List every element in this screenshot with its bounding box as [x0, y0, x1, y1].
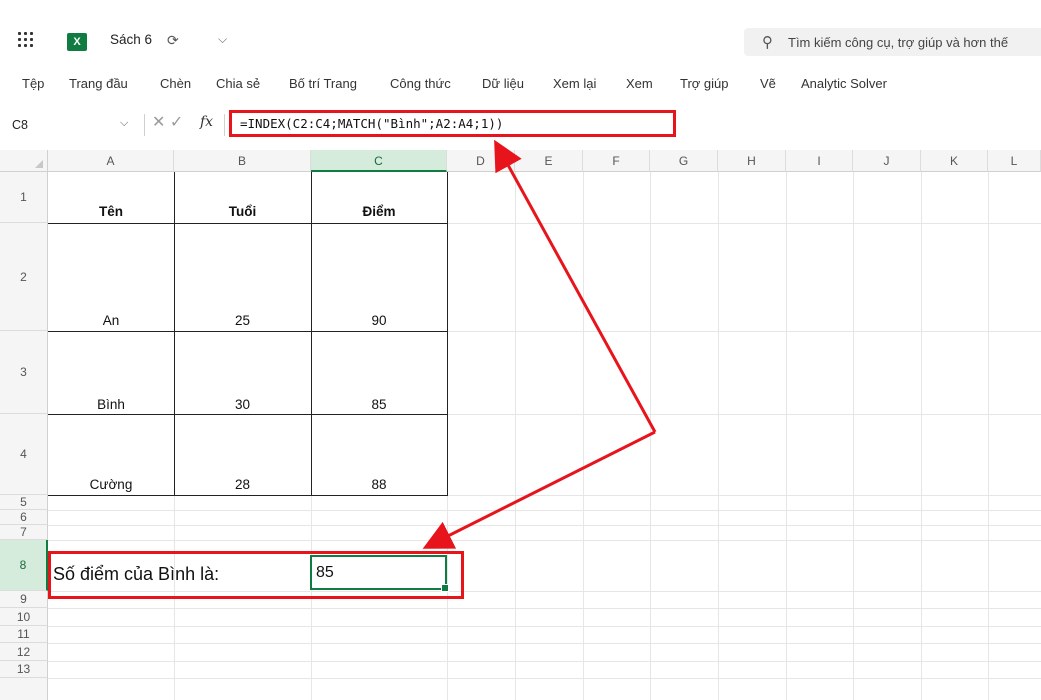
arrow-to-result — [422, 430, 656, 549]
annotation-arrows — [422, 139, 657, 549]
arrow-to-formula — [494, 139, 657, 433]
